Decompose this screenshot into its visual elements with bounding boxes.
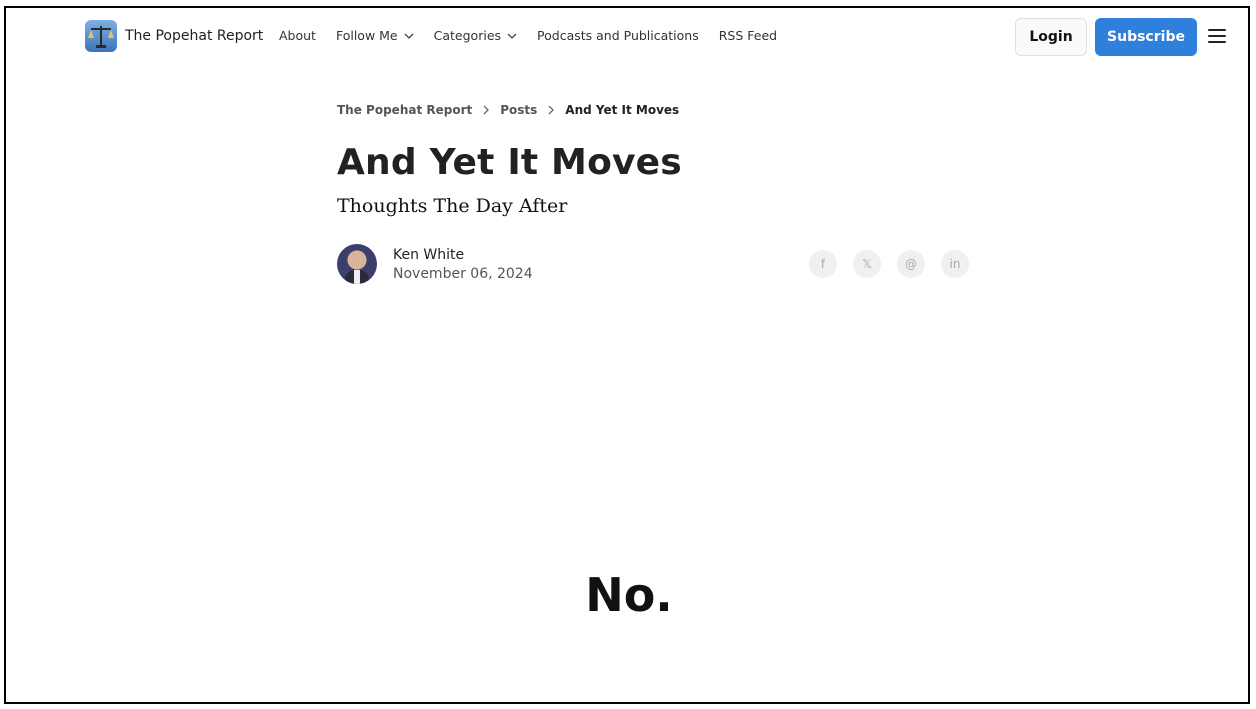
x-icon[interactable]: 𝕏 bbox=[853, 250, 881, 278]
nav-item-label: Follow Me bbox=[335, 28, 398, 43]
author-block: Ken White November 06, 2024 bbox=[337, 244, 533, 284]
site-header: The Popehat Report About Follow Me Categ… bbox=[6, 8, 1252, 68]
popehat-logo-icon bbox=[85, 20, 117, 52]
login-button[interactable]: Login bbox=[1015, 18, 1087, 56]
body-heading: No. bbox=[585, 568, 673, 622]
nav-item-about[interactable]: About bbox=[279, 28, 316, 43]
post-date: November 06, 2024 bbox=[393, 265, 533, 282]
breadcrumb-item-current: And Yet It Moves bbox=[565, 103, 680, 117]
breadcrumb: The Popehat Report Posts And Yet It Move… bbox=[337, 103, 679, 117]
nav-item-rss-feed[interactable]: RSS Feed bbox=[719, 28, 777, 43]
post-subtitle: Thoughts The Day After bbox=[337, 195, 568, 217]
nav-item-categories[interactable]: Categories bbox=[434, 28, 517, 43]
breadcrumb-item-home[interactable]: The Popehat Report bbox=[337, 103, 472, 117]
hamburger-icon[interactable] bbox=[1208, 29, 1226, 43]
browser-viewport: The Popehat Report About Follow Me Categ… bbox=[4, 6, 1250, 704]
nav-item-label: RSS Feed bbox=[718, 28, 778, 43]
avatar[interactable] bbox=[337, 244, 377, 284]
threads-icon[interactable]: @ bbox=[897, 250, 925, 278]
chevron-down-icon bbox=[404, 33, 414, 39]
chevron-down-icon bbox=[507, 33, 517, 39]
main-nav: About Follow Me Categories Podcasts and … bbox=[279, 28, 797, 43]
brand-title: The Popehat Report bbox=[125, 28, 264, 44]
share-buttons: f 𝕏 @ in bbox=[809, 250, 969, 278]
nav-item-label: About bbox=[279, 28, 316, 43]
linkedin-icon[interactable]: in bbox=[941, 250, 969, 278]
nav-item-podcasts[interactable]: Podcasts and Publications bbox=[537, 28, 699, 43]
nav-item-label: Categories bbox=[433, 28, 502, 43]
nav-item-follow-me[interactable]: Follow Me bbox=[336, 28, 414, 43]
author-meta: Ken White November 06, 2024 bbox=[393, 247, 533, 282]
nav-item-label: Podcasts and Publications bbox=[537, 28, 699, 43]
chevron-right-icon bbox=[548, 105, 555, 115]
brand-link[interactable]: The Popehat Report bbox=[85, 20, 263, 52]
subscribe-button[interactable]: Subscribe bbox=[1095, 18, 1197, 56]
facebook-icon[interactable]: f bbox=[809, 250, 837, 278]
post-title: And Yet It Moves bbox=[337, 142, 682, 183]
breadcrumb-item-posts[interactable]: Posts bbox=[500, 103, 537, 117]
author-name[interactable]: Ken White bbox=[393, 247, 533, 263]
chevron-right-icon bbox=[483, 105, 490, 115]
